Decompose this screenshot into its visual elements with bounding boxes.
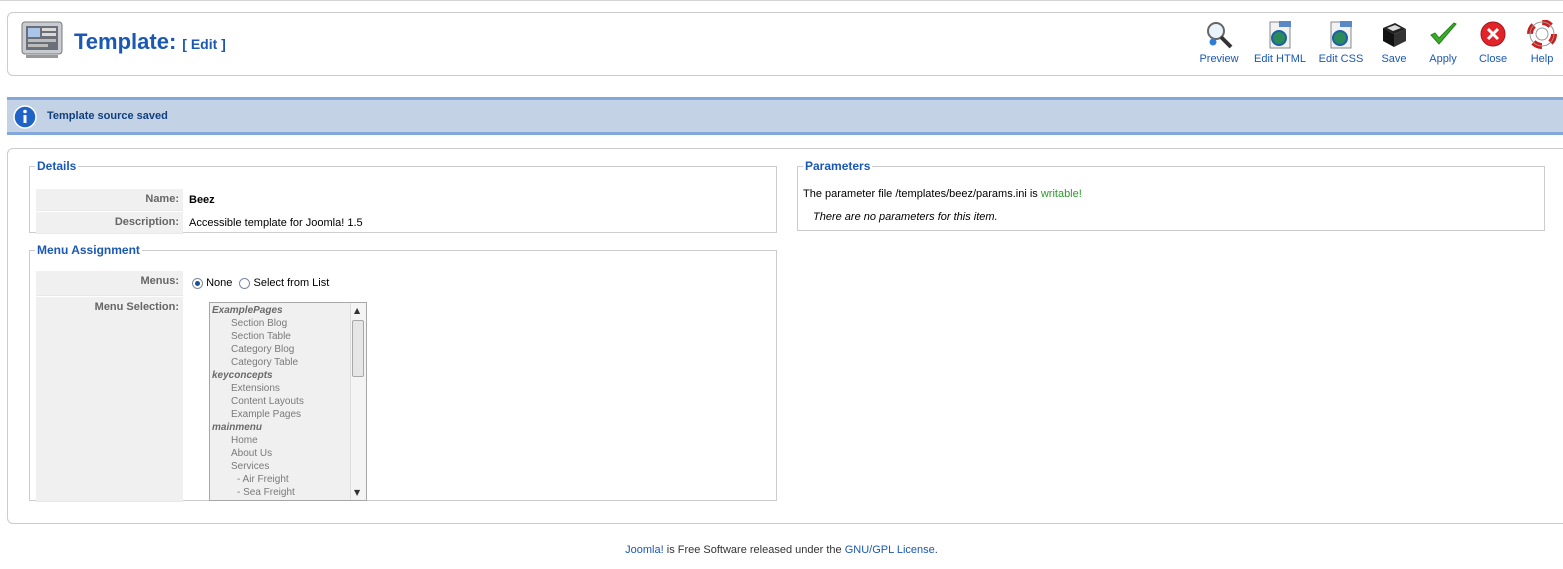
edit-css-label: Edit CSS: [1318, 53, 1364, 65]
scroll-up-arrow-icon[interactable]: ▲: [354, 306, 360, 315]
menu-item-option[interactable]: Section Blog: [210, 317, 366, 330]
save-button[interactable]: Save: [1378, 20, 1410, 70]
footer-text: is Free Software released under the: [666, 544, 842, 556]
radio-select-from-list-label[interactable]: Select from List: [253, 277, 329, 289]
radio-none[interactable]: [192, 277, 203, 289]
menu-group-option[interactable]: keyconcepts: [210, 369, 366, 382]
edit-html-label: Edit HTML: [1254, 53, 1306, 65]
checkmark-icon: [1430, 22, 1457, 45]
menu-selection-label: Menu Selection:: [36, 297, 183, 502]
preview-button[interactable]: Preview: [1197, 20, 1241, 70]
footer-end: .: [934, 544, 938, 556]
parameters-fieldset: Parameters The parameter file /templates…: [797, 159, 1545, 231]
listbox-scrollbar[interactable]: ▲ ▼: [350, 303, 366, 500]
description-row: Description: Accessible template for Joo…: [36, 212, 766, 234]
scrollbar-thumb[interactable]: [352, 320, 364, 377]
css-file-icon: [1330, 21, 1352, 49]
close-label: Close: [1478, 53, 1508, 65]
system-message: Template source saved: [7, 97, 1563, 135]
menu-assignment-fieldset: Menu Assignment Menus: None Select from …: [29, 243, 777, 502]
apply-label: Apply: [1429, 53, 1457, 65]
apply-button[interactable]: Apply: [1426, 20, 1460, 70]
edit-css-button[interactable]: Edit CSS: [1317, 20, 1365, 70]
menu-item-option[interactable]: Content Layouts: [210, 395, 366, 408]
close-circle-icon: [1480, 21, 1506, 47]
page-title: Template: [ Edit ]: [74, 29, 226, 55]
top-divider: [0, 0, 1563, 1]
params-none-text: There are no parameters for this item.: [813, 211, 998, 223]
name-label: Name:: [36, 189, 183, 211]
details-legend: Details: [37, 159, 77, 173]
menu-item-option[interactable]: - Air Freight: [210, 473, 366, 486]
menu-item-option[interactable]: Home: [210, 434, 366, 447]
html-file-icon: [1269, 21, 1291, 49]
details-fieldset: Details Name: Beez Description: Accessib…: [29, 159, 777, 234]
joomla-link[interactable]: Joomla!: [625, 544, 664, 556]
close-button[interactable]: Close: [1476, 20, 1510, 70]
radio-none-label[interactable]: None: [206, 277, 232, 289]
params-file-line: The parameter file /templates/beez/param…: [803, 188, 1082, 200]
page-title-text: Template:: [74, 29, 177, 54]
magnifier-icon: [1207, 22, 1233, 49]
menu-group-option[interactable]: mainmenu: [210, 421, 366, 434]
gpl-license-link[interactable]: GNU/GPL License: [845, 544, 935, 556]
menu-item-option[interactable]: Section Table: [210, 330, 366, 343]
menu-item-option[interactable]: Category Blog: [210, 343, 366, 356]
info-icon: [13, 105, 37, 129]
radio-select-from-list[interactable]: [239, 277, 251, 289]
params-writable-status: writable!: [1040, 188, 1082, 200]
page-subtitle: [ Edit ]: [182, 36, 226, 52]
name-row: Name: Beez: [36, 189, 766, 211]
menu-item-option[interactable]: About Us: [210, 447, 366, 460]
message-text: Template source saved: [47, 110, 168, 122]
menu-item-option[interactable]: - Sea Freight: [210, 486, 366, 499]
params-file-text: The parameter file /templates/beez/param…: [803, 188, 1038, 200]
template-manager-icon: [20, 20, 64, 60]
menu-group-option[interactable]: ExamplePages: [210, 304, 366, 317]
menu-item-option[interactable]: Category Table: [210, 356, 366, 369]
footer: Joomla! is Free Software released under …: [0, 544, 1563, 556]
scroll-down-arrow-icon[interactable]: ▼: [354, 488, 360, 497]
menus-label: Menus:: [36, 271, 183, 296]
save-label: Save: [1381, 53, 1407, 65]
edit-html-button[interactable]: Edit HTML: [1253, 20, 1307, 70]
help-button[interactable]: Help: [1525, 20, 1559, 70]
menu-selection-listbox[interactable]: ExamplePages Section Blog Section Table Cat…: [209, 302, 367, 501]
menu-assignment-legend: Menu Assignment: [37, 243, 140, 257]
name-value: Beez: [189, 194, 215, 206]
floppy-disk-icon: [1383, 23, 1406, 47]
lifebuoy-icon: [1527, 20, 1557, 49]
menus-row: Menus: None Select from List: [36, 271, 766, 296]
help-label: Help: [1530, 53, 1554, 65]
description-value: Accessible template for Joomla! 1.5: [189, 217, 363, 229]
menu-item-option[interactable]: Example Pages: [210, 408, 366, 421]
parameters-legend: Parameters: [805, 159, 871, 173]
menu-selection-row: Menu Selection:: [36, 297, 766, 502]
menu-item-option[interactable]: Services: [210, 460, 366, 473]
main-content: Details Name: Beez Description: Accessib…: [7, 148, 1563, 524]
preview-label: Preview: [1199, 53, 1239, 65]
description-label: Description:: [36, 212, 183, 234]
menu-item-option[interactable]: Extensions: [210, 382, 366, 395]
menus-radio-group: None Select from List: [192, 277, 329, 289]
